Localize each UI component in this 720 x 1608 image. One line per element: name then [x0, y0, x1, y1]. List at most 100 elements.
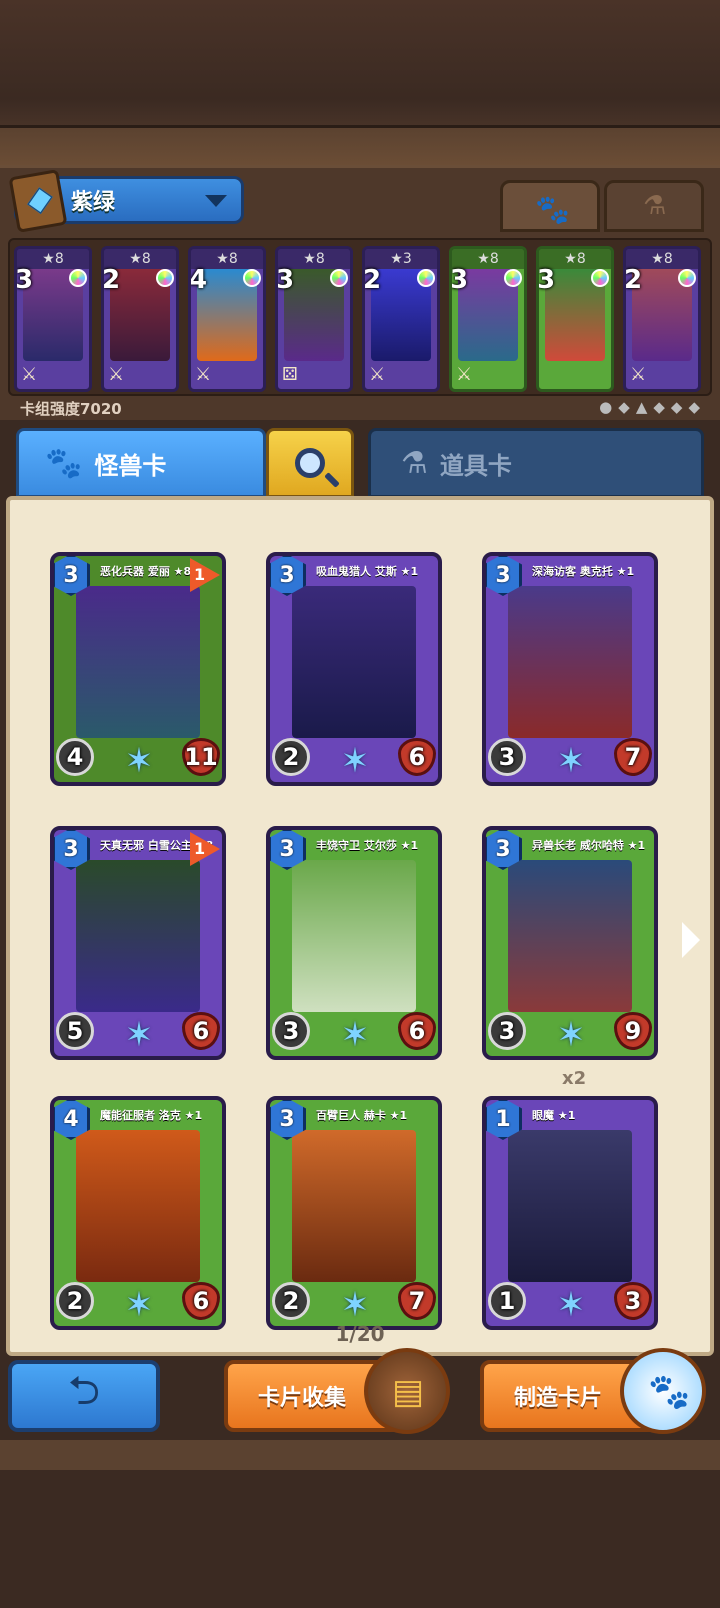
deck-strength: 卡组强度7020	[20, 400, 122, 418]
card-health: 7	[614, 738, 652, 776]
card-title: 百臂巨人 赫卡 ★1	[300, 1104, 434, 1128]
dice-icon: ⚄	[282, 364, 298, 385]
star-badge-icon: ✶	[556, 741, 586, 781]
card-cost: 4	[189, 265, 208, 295]
star-badge-icon: ✶	[340, 1015, 370, 1055]
star-badge-icon: ✶	[340, 741, 370, 781]
rainbow-gem-icon	[504, 269, 522, 287]
card-title: 深海访客 奥克托 ★1	[516, 560, 650, 584]
star-badge-icon: ✶	[556, 1015, 586, 1055]
rainbow-gem-icon	[591, 269, 609, 287]
card-health: 11	[182, 738, 220, 776]
paw-icon: 🐾	[535, 193, 570, 226]
card-cost: 3	[15, 265, 34, 295]
bottom-background	[0, 1440, 720, 1608]
flask-icon: ⚗	[643, 191, 667, 221]
card-attack: 1	[488, 1282, 526, 1320]
back-button[interactable]: ⮌	[8, 1360, 160, 1432]
rainbow-gem-icon	[243, 269, 261, 287]
filter-purple-icon[interactable]: ◆	[618, 398, 636, 416]
sword-icon: ⚔	[369, 364, 386, 385]
card-title: 丰饶守卫 艾尔莎 ★1	[300, 834, 434, 858]
card-art	[76, 860, 200, 1012]
monster-card[interactable]: 百臂巨人 赫卡 ★1 3 2 ✶ 7	[266, 1096, 442, 1330]
sword-icon: ⚔	[456, 364, 473, 385]
back-arrow-icon: ⮌	[67, 1368, 101, 1414]
top-background	[0, 0, 720, 165]
deck-card[interactable]: ★8 3	[536, 246, 614, 392]
deck-card[interactable]: ★3 2 ⚔	[362, 246, 440, 392]
star-badge-icon: ✶	[124, 1285, 154, 1325]
filter-green-icon[interactable]: ▲	[636, 398, 654, 416]
filter-faction-icon[interactable]: ◆	[688, 398, 706, 416]
monster-card[interactable]: 恶化兵器 爱丽 ★8 3 4 ✶ 11 1	[50, 552, 226, 786]
card-attack: 3	[488, 1012, 526, 1050]
filter-neutral-icon[interactable]: ●	[599, 398, 618, 416]
card-cost: 2	[102, 265, 121, 295]
monster-card[interactable]: 深海访客 奥克托 ★1 3 3 ✶ 7	[482, 552, 658, 786]
tab-monster-cards[interactable]: 🐾 怪兽卡	[16, 428, 266, 498]
deck-card-row: ★8 3 ⚔ ★8 2 ⚔ ★8 4 ⚔ ★8 3 ⚄ ★3 2 ⚔ ★8 3 …	[8, 238, 712, 396]
card-attack: 3	[488, 738, 526, 776]
search-button[interactable]	[266, 428, 354, 498]
card-book-icon[interactable]: ▤	[364, 1348, 450, 1434]
monster-card[interactable]: 丰饶守卫 艾尔莎 ★1 3 3 ✶ 6	[266, 826, 442, 1060]
card-art	[508, 1130, 632, 1282]
star-badge-icon: ✶	[556, 1285, 586, 1325]
deck-card[interactable]: ★8 4 ⚔	[188, 246, 266, 392]
paw-icon: 🐾	[45, 445, 83, 481]
deck-card[interactable]: ★8 3 ⚄	[275, 246, 353, 392]
card-health: 6	[182, 1012, 220, 1050]
card-art	[508, 586, 632, 738]
star-badge-icon: ✶	[124, 1015, 154, 1055]
deck-tab-item[interactable]: ⚗	[604, 180, 704, 232]
next-page-arrow[interactable]	[682, 922, 700, 958]
deck-filter-icons[interactable]: ●◆▲◆◆◆	[599, 398, 706, 416]
card-cost: 2	[363, 265, 382, 295]
card-health: 6	[398, 738, 436, 776]
crystal-gem-icon	[417, 269, 435, 287]
duplicate-count: x2	[562, 1068, 587, 1089]
card-health: 3	[614, 1282, 652, 1320]
card-art	[292, 860, 416, 1012]
filter-faction-icon[interactable]: ◆	[671, 398, 689, 416]
tab-items-label: 道具卡	[439, 451, 512, 480]
rainbow-gem-icon	[156, 269, 174, 287]
page-indicator: 1/20	[335, 1322, 385, 1346]
deck-selector-dropdown[interactable]: 紫绿	[8, 169, 244, 233]
deck-card[interactable]: ★8 3 ⚔	[449, 246, 527, 392]
deck-panel: 紫绿 🐾 ⚗ ★8 3 ⚔ ★8 2 ⚔ ★8 4 ⚔ ★8 3 ⚄ ★3 2 …	[0, 165, 720, 420]
sword-icon: ⚔	[108, 364, 125, 385]
filter-faction-icon[interactable]: ◆	[653, 398, 671, 416]
tab-monster-label: 怪兽卡	[94, 451, 167, 480]
monster-card[interactable]: 眼魔 ★1 1 1 ✶ 3	[482, 1096, 658, 1330]
tab-item-cards[interactable]: ⚗ 道具卡	[368, 428, 704, 498]
deck-card[interactable]: ★8 3 ⚔	[14, 246, 92, 392]
monster-card[interactable]: 异兽长老 威尔哈特 ★1 3 3 ✶ 9	[482, 826, 658, 1060]
card-title: 异兽长老 威尔哈特 ★1	[516, 834, 650, 858]
card-attack: 2	[272, 1282, 310, 1320]
flask-icon: ⚗	[401, 445, 428, 481]
sword-icon: ⚔	[195, 364, 212, 385]
monster-card[interactable]: 魔能征服者 洛克 ★1 4 2 ✶ 6	[50, 1096, 226, 1330]
card-health: 6	[182, 1282, 220, 1320]
card-cost: 2	[624, 265, 643, 295]
card-health: 9	[614, 1012, 652, 1050]
card-attack: 3	[272, 1012, 310, 1050]
sword-icon: ⚔	[630, 364, 647, 385]
chevron-down-icon	[205, 195, 227, 207]
card-health: 7	[398, 1282, 436, 1320]
deck-book-icon	[8, 169, 68, 233]
monster-card[interactable]: 吸血鬼猎人 艾斯 ★1 3 2 ✶ 6	[266, 552, 442, 786]
paw-potion-icon[interactable]: 🐾	[620, 1348, 706, 1434]
deck-card[interactable]: ★8 2 ⚔	[623, 246, 701, 392]
card-title: 魔能征服者 洛克 ★1	[84, 1104, 218, 1128]
craft-card-label: 制造卡片	[514, 1386, 603, 1411]
deck-card[interactable]: ★8 2 ⚔	[101, 246, 179, 392]
card-attack: 2	[272, 738, 310, 776]
card-art	[508, 860, 632, 1012]
card-art	[292, 1130, 416, 1282]
deck-tab-monster[interactable]: 🐾	[500, 180, 600, 232]
star-badge-icon: ✶	[124, 741, 154, 781]
monster-card[interactable]: 天真无邪 白雪公主 ★8 3 5 ✶ 6 1	[50, 826, 226, 1060]
